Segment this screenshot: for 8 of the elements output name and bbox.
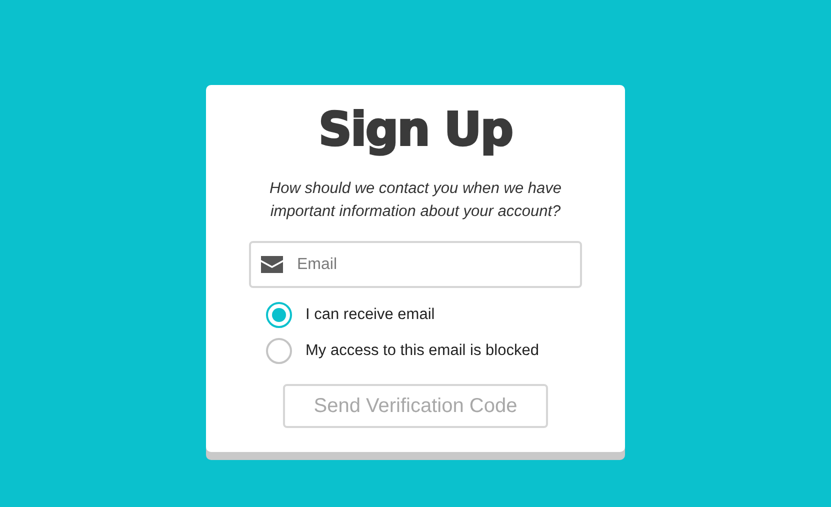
radio-button[interactable] [266,338,292,364]
radio-label[interactable]: My access to this email is blocked [306,342,539,360]
mail-icon [261,256,283,273]
title: Sign Up [318,101,512,158]
radio-button[interactable] [266,302,292,328]
prompt-text: How should we contact you when we have important information about your account? [268,179,563,222]
radio-label[interactable]: I can receive email [306,306,435,324]
email-field[interactable]: Email [249,241,582,288]
